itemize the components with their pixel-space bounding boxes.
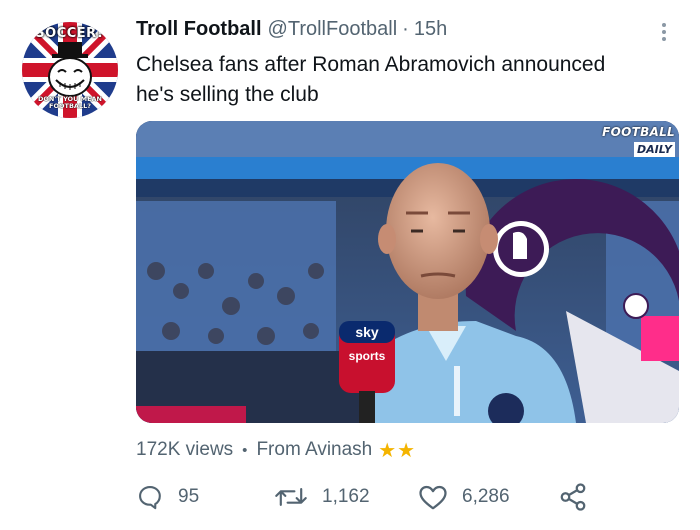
avatar[interactable]: SOCCER? DON'T YOU MEAN FOOTBALL? [22,22,118,118]
display-name[interactable]: Troll Football [136,18,262,41]
football-daily-watermark: FOOTBALL DAILY [602,125,675,157]
video-source[interactable]: From Avinash [256,439,372,461]
tweet-video[interactable]: sky sports FOOTBALL DAILY [136,121,679,423]
reply-button[interactable]: 95 [136,480,199,514]
watermark-line-2: DAILY [634,142,675,157]
meta-separator: • [242,441,248,459]
like-button[interactable]: 6,286 [418,480,510,514]
user-handle[interactable]: @TrollFootball [268,18,398,41]
tweet-meta: 172K views • From Avinash ★★ [136,437,416,463]
like-count: 6,286 [462,486,510,507]
tweet-header: Troll Football @TrollFootball · 15h [136,18,447,46]
header-separator: · [402,18,409,40]
heart-icon [419,485,447,510]
tweet-text-line-1: Chelsea fans after Roman Abramovich anno… [136,53,606,76]
star-icon: ★★ [378,439,417,462]
tweet-actions: 95 1,162 6,286 [136,480,596,514]
tweet-text-line-2: he's selling the club [136,83,319,106]
retweet-icon [275,487,307,507]
view-count: 172K views [136,439,234,460]
tweet-text: Chelsea fans after Roman Abramovich anno… [136,50,676,110]
mic-brand-sports: sports [348,349,386,363]
avatar-bottom-text: DON'T YOU MEAN FOOTBALL? [22,96,118,110]
reply-count: 95 [178,486,200,507]
retweet-count: 1,162 [322,486,370,507]
tweet[interactable]: SOCCER? DON'T YOU MEAN FOOTBALL? Troll F… [0,0,700,530]
tweet-timestamp[interactable]: 15h [414,18,447,41]
video-frame-image [136,121,679,423]
more-options-icon[interactable] [650,18,678,46]
retweet-button[interactable]: 1,162 [274,480,370,514]
avatar-bottom-line-2: FOOTBALL? [49,102,91,110]
mic-brand-sky: sky [355,324,379,340]
watermark-line-1: FOOTBALL [602,125,675,139]
avatar-top-text: SOCCER? [35,26,105,41]
share-icon [560,483,586,511]
reply-icon [139,486,161,510]
share-button[interactable] [558,480,588,514]
